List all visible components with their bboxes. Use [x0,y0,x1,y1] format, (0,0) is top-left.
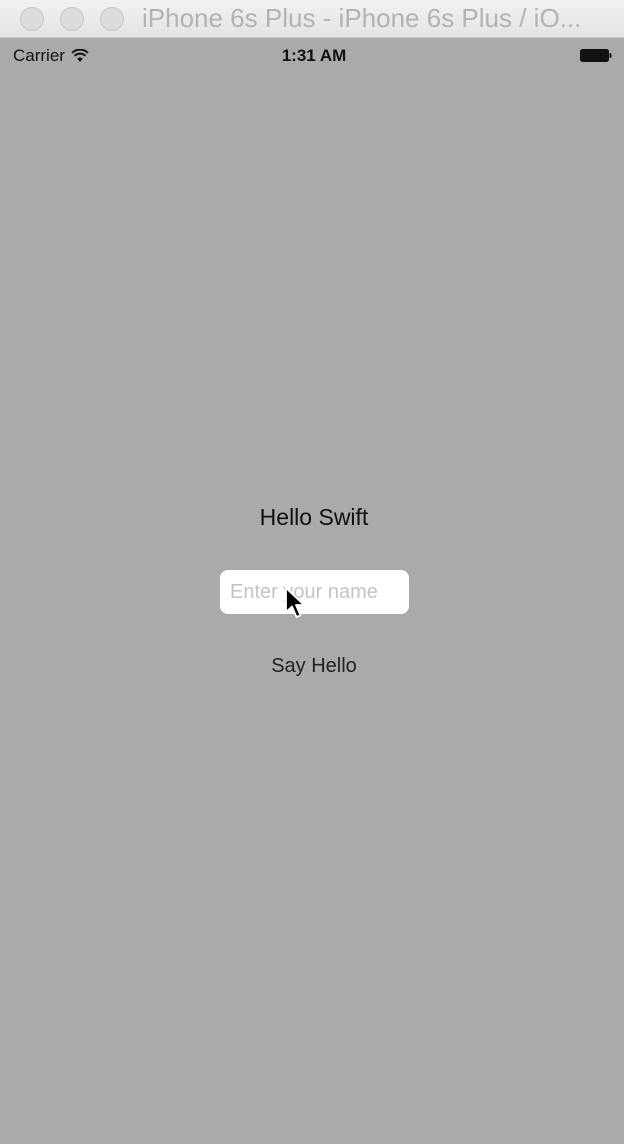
device-screen: Carrier 1:31 AM Hello Swift Say Hello [4,38,624,1144]
hello-label: Hello Swift [259,504,369,530]
close-window-button[interactable] [20,7,44,31]
window-titlebar: iPhone 6s Plus - iPhone 6s Plus / iO... [0,0,624,38]
zoom-window-button[interactable] [100,7,124,31]
status-bar: Carrier 1:31 AM [4,38,624,74]
simulator-window: iPhone 6s Plus - iPhone 6s Plus / iO... … [0,0,624,1144]
name-input[interactable] [220,570,409,614]
minimize-window-button[interactable] [60,7,84,31]
say-hello-button[interactable]: Say Hello [240,648,388,684]
status-time: 1:31 AM [281,46,347,65]
battery-icon [580,49,612,62]
mouse-pointer-icon [285,587,305,618]
window-title: iPhone 6s Plus - iPhone 6s Plus / iO... [142,3,582,33]
